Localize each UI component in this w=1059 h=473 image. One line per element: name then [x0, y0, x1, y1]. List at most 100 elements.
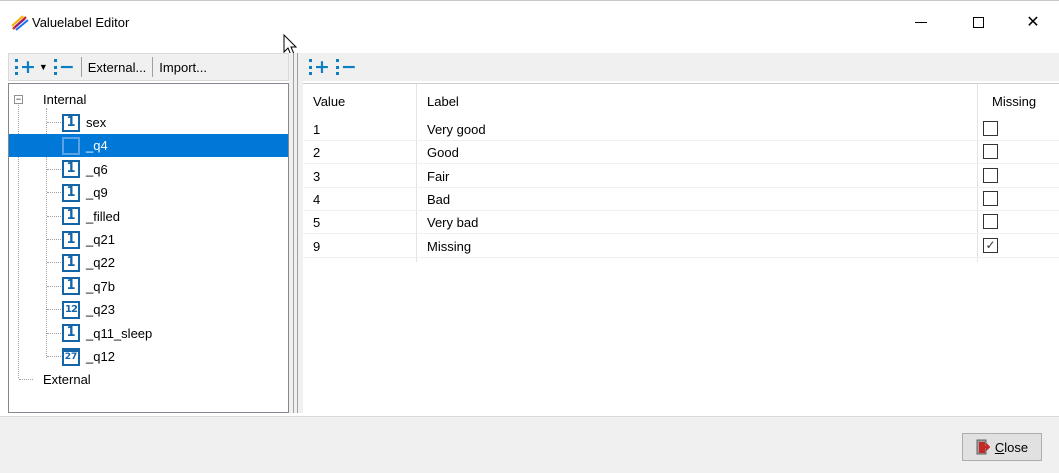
- tree-item-label: _q7b: [86, 278, 115, 294]
- missing-checkbox[interactable]: ✓: [983, 237, 998, 253]
- label-cell[interactable]: Good: [427, 145, 459, 160]
- tree-node-label: External: [43, 372, 91, 387]
- header-value[interactable]: Value: [313, 94, 345, 109]
- label-tree[interactable]: − Internal 1 sex 1 _q4 1 _q6 1 _q9 1 _filled 1 _q21…: [8, 83, 289, 413]
- tree-connector: [47, 122, 61, 123]
- value-cell[interactable]: 3: [313, 169, 320, 184]
- tree-item-label: _filled: [86, 208, 120, 224]
- close-accelerator: C: [994, 439, 1005, 455]
- table-row[interactable]: 3 Fair: [303, 165, 1059, 188]
- tree-connector: [47, 285, 61, 287]
- numeric-type-icon: 1: [62, 183, 80, 202]
- tree-item-sex[interactable]: 1 sex: [62, 111, 106, 134]
- tree-item-q21[interactable]: 1 _q21: [62, 228, 115, 251]
- label-cell[interactable]: Very bad: [427, 215, 478, 230]
- exit-door-icon: [976, 439, 990, 455]
- label-cell[interactable]: Fair: [427, 169, 449, 184]
- value-cell[interactable]: 4: [313, 192, 320, 207]
- tree-item-q11_sleep[interactable]: 1 _q11_sleep: [62, 322, 152, 345]
- title-bar: Valuelabel Editor ✕: [0, 0, 1059, 42]
- tree-item-label: _q6: [86, 161, 108, 177]
- table-row[interactable]: 2 Good: [303, 141, 1059, 165]
- value-label-grid[interactable]: Value Label Missing 1 Very good 2 Good 3 Fair…: [303, 83, 1059, 413]
- window-title: Valuelabel Editor: [32, 15, 130, 30]
- numeric-type-icon: 1: [62, 253, 80, 272]
- tree-connector: [47, 215, 61, 217]
- tree-item-label: _q11_sleep: [86, 325, 153, 341]
- tree-item-label: _q4: [86, 138, 108, 154]
- tree-item-q23[interactable]: 12 _q23: [62, 298, 115, 321]
- close-rest: lose: [1004, 439, 1029, 455]
- tree-item-q12[interactable]: 27 _q12: [62, 345, 115, 368]
- value-cell[interactable]: 9: [313, 239, 320, 254]
- table-row[interactable]: 4 Bad: [303, 188, 1059, 211]
- collapse-icon[interactable]: −: [14, 95, 23, 104]
- numeric-type-icon: 1: [62, 324, 80, 343]
- minimize-button[interactable]: [898, 1, 944, 43]
- tree-connector: [47, 356, 61, 357]
- maximize-icon: [972, 16, 984, 28]
- close-button[interactable]: Close: [962, 433, 1042, 461]
- add-label-button[interactable]: + ▼: [12, 56, 51, 78]
- tree-connector: [47, 262, 61, 264]
- tree-item-label: _q9: [86, 185, 108, 201]
- tree-item-label: _q23: [86, 302, 115, 318]
- tree-item-filled[interactable]: 1 _filled: [62, 205, 120, 228]
- remove-row-button[interactable]: −: [333, 56, 360, 78]
- tree-toolbar: + ▼ − External... Import...: [8, 53, 289, 81]
- chevron-down-icon[interactable]: ▼: [39, 62, 48, 72]
- value-cell[interactable]: 2: [313, 145, 320, 160]
- close-icon: ✕: [1026, 12, 1040, 31]
- value-cell[interactable]: 1: [313, 122, 320, 137]
- tree-connector: [47, 239, 61, 240]
- app-icon: [11, 15, 29, 31]
- handle-icon: [53, 59, 57, 75]
- table-row[interactable]: 5 Very bad: [303, 211, 1059, 235]
- header-label[interactable]: Label: [427, 94, 459, 109]
- close-button-label: Close: [995, 440, 1028, 455]
- label-cell[interactable]: Missing: [427, 239, 471, 254]
- header-missing[interactable]: Missing: [992, 94, 1036, 109]
- add-row-button[interactable]: +: [306, 56, 333, 78]
- handle-icon: [15, 59, 18, 75]
- missing-checkbox[interactable]: [983, 167, 998, 183]
- tree-item-q9[interactable]: 1 _q9: [62, 181, 108, 204]
- numeric-type-icon: 1: [62, 136, 80, 155]
- missing-checkbox[interactable]: [983, 214, 998, 230]
- date-type-icon: 27: [62, 347, 80, 366]
- tree-item-label: _q22: [86, 255, 115, 271]
- toolbar-separator: [80, 57, 82, 77]
- tree-item-q7b[interactable]: 1 _q7b: [62, 275, 115, 298]
- missing-checkbox[interactable]: [983, 121, 998, 136]
- tree-connector: [47, 192, 61, 194]
- table-row[interactable]: 9 Missing ✓: [303, 235, 1059, 258]
- external-button[interactable]: External...: [85, 56, 150, 78]
- panel-splitter[interactable]: [289, 53, 303, 413]
- remove-label-button[interactable]: −: [51, 56, 78, 78]
- label-cell[interactable]: Very good: [427, 122, 486, 137]
- remove-icon: −: [58, 56, 75, 78]
- tree-node-external[interactable]: External: [43, 368, 91, 391]
- tree-item-q22[interactable]: 1 _q22: [62, 251, 115, 274]
- import-button[interactable]: Import...: [156, 56, 210, 78]
- minimize-icon: [915, 21, 927, 23]
- grid-toolbar: + −: [303, 53, 1059, 81]
- label-cell[interactable]: Bad: [427, 192, 450, 207]
- tree-item-q6[interactable]: 1 _q6: [62, 158, 108, 181]
- maximize-button[interactable]: [955, 1, 1001, 43]
- table-row[interactable]: 1 Very good: [303, 118, 1059, 141]
- tree-node-internal[interactable]: Internal: [43, 88, 86, 111]
- toolbar-separator: [152, 57, 154, 77]
- tree-item-label: sex: [86, 115, 107, 130]
- missing-checkbox[interactable]: [983, 144, 998, 160]
- tree-connector: [19, 379, 33, 380]
- numeric-type-icon: 1: [62, 113, 80, 132]
- tree-item-label: _q12: [86, 349, 115, 364]
- remove-row-icon: −: [340, 56, 357, 78]
- tree-item-q4[interactable]: 1 _q4: [9, 134, 288, 158]
- close-window-button[interactable]: ✕: [1010, 1, 1056, 43]
- tree-item-label: _q21: [86, 232, 115, 247]
- numeric-type-icon: 12: [62, 300, 80, 319]
- value-cell[interactable]: 5: [313, 215, 320, 230]
- missing-checkbox[interactable]: [983, 190, 998, 206]
